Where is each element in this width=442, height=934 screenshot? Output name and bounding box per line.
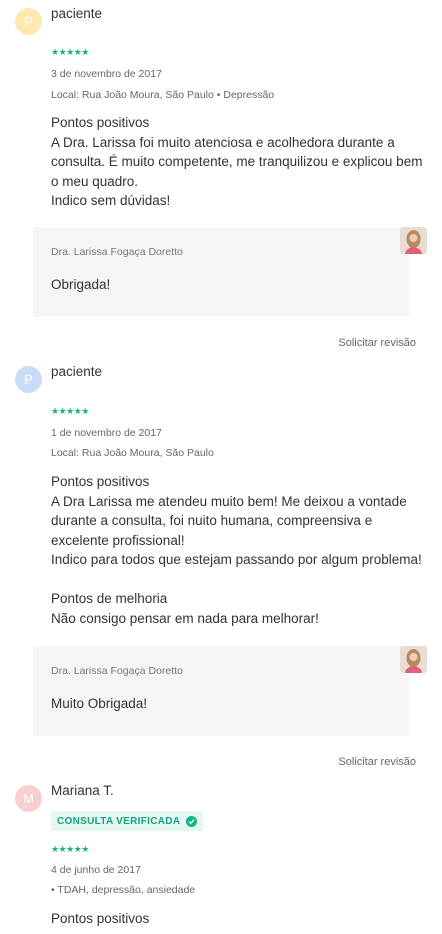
body-line: Pontos positivos xyxy=(51,474,150,489)
star-rating: ★★★★★ xyxy=(51,47,89,57)
reply-author: Dra. Larissa Fogaça Doretto xyxy=(51,665,183,677)
doctor-avatar xyxy=(400,227,427,254)
review-body: Pontos positivos xyxy=(51,909,429,929)
doctor-reply: Dra. Larissa Fogaça Doretto Muito Obriga… xyxy=(33,646,409,736)
avatar: P xyxy=(15,8,42,35)
body-line: o meu quadro. xyxy=(51,173,139,189)
doctor-reply: Dra. Larissa Fogaça Doretto Obrigada! xyxy=(33,227,409,317)
review-author: paciente xyxy=(51,364,103,379)
body-line: Pontos positivos xyxy=(51,911,150,926)
avatar: M xyxy=(15,785,42,812)
reply-author: Dra. Larissa Fogaça Doretto xyxy=(51,246,183,258)
reply-text: Muito Obrigada! xyxy=(51,696,148,711)
body-line: excelente profissional! xyxy=(51,532,185,548)
request-revision-link[interactable]: Solicitar revisão xyxy=(338,756,416,768)
body-line: Não consigo pensar em nada para melhorar… xyxy=(51,610,319,626)
body-line: A Dra Larissa me atendeu muito bem! Me d… xyxy=(51,493,407,509)
review-location: Local: Rua João Moura, São Paulo xyxy=(51,447,214,459)
badge-label: CONSULTA VERIFICADA xyxy=(57,815,181,827)
avatar: P xyxy=(15,366,42,393)
review-author: paciente xyxy=(51,6,103,21)
doctor-avatar xyxy=(400,646,427,673)
body-line: Pontos positivos xyxy=(51,115,150,130)
review-location: • TDAH, depressão, ansiedade xyxy=(51,884,196,896)
body-line: consulta. É muito competente, me tranqui… xyxy=(51,154,423,169)
review-date: 3 de novembro de 2017 xyxy=(51,68,162,80)
review-date: 1 de novembro de 2017 xyxy=(51,427,162,439)
verified-badge: CONSULTA VERIFICADA xyxy=(51,811,204,831)
reply-text: Obrigada! xyxy=(51,277,111,292)
review-author: Mariana T. xyxy=(51,783,114,798)
body-line: durante a consulta, foi nuito humana, co… xyxy=(51,513,373,528)
star-rating: ★★★★★ xyxy=(51,844,89,854)
check-circle-icon xyxy=(186,815,198,827)
review-body: Pontos positivos A Dra Larissa me atende… xyxy=(51,472,429,628)
review-body: Pontos positivos A Dra. Larissa foi muit… xyxy=(51,113,429,211)
review-date: 4 de junho de 2017 xyxy=(51,864,141,876)
request-revision-link[interactable]: Solicitar revisão xyxy=(338,337,416,349)
body-line: Indico sem dúvidas! xyxy=(51,193,171,208)
body-line: Indico para todos que estejam passando p… xyxy=(51,552,422,567)
body-line: A Dra. Larissa foi muito atenciosa e aco… xyxy=(51,134,395,150)
star-rating: ★★★★★ xyxy=(51,406,89,416)
review-location: Local: Rua João Moura, São Paulo • Depre… xyxy=(51,89,275,101)
body-line: Pontos de melhoria xyxy=(51,591,168,606)
